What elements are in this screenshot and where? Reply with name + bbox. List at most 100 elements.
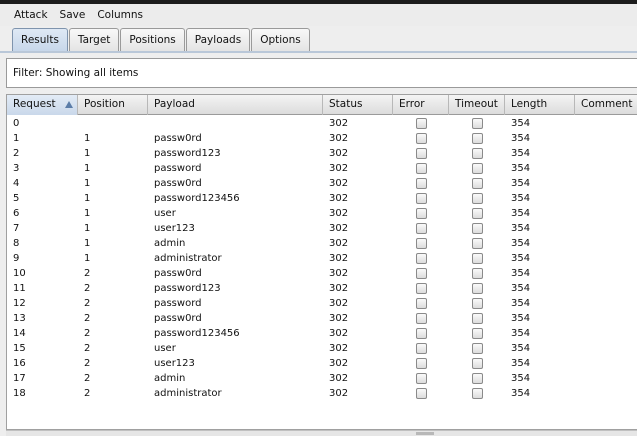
tab-bar: Results Target Positions Payloads Option… <box>12 28 311 51</box>
tab-results[interactable]: Results <box>12 28 68 51</box>
table-row[interactable]: 4 1 passw0rd 302 354 <box>7 176 637 191</box>
timeout-checkbox <box>472 223 483 234</box>
cell-payload: password <box>154 298 202 309</box>
cell-request: 8 <box>13 238 20 249</box>
column-header-length[interactable]: Length <box>505 95 575 115</box>
cell-length: 354 <box>511 358 531 369</box>
error-checkbox <box>416 133 427 144</box>
menu-attack[interactable]: Attack <box>8 4 54 26</box>
tab-target[interactable]: Target <box>68 28 120 51</box>
scrollbar-thumb[interactable] <box>416 432 434 435</box>
cell-status: 302 <box>329 148 349 159</box>
cell-status: 302 <box>329 208 349 219</box>
menu-save[interactable]: Save <box>54 4 92 26</box>
table-row[interactable]: 9 1 administrator 302 354 <box>7 251 637 266</box>
cell-status: 302 <box>329 328 349 339</box>
sort-ascending-icon <box>65 101 73 108</box>
cell-request: 11 <box>13 283 26 294</box>
filter-bar[interactable]: Filter: Showing all items <box>6 58 637 88</box>
cell-request: 10 <box>13 268 26 279</box>
table-row[interactable]: 3 1 password 302 354 <box>7 161 637 176</box>
table-row[interactable]: 17 2 admin 302 354 <box>7 371 637 386</box>
error-checkbox <box>416 148 427 159</box>
cell-request: 9 <box>13 253 20 264</box>
cell-request: 2 <box>13 148 20 159</box>
timeout-checkbox <box>472 238 483 249</box>
table-row[interactable]: 18 2 administrator 302 354 <box>7 386 637 401</box>
error-checkbox <box>416 373 427 384</box>
error-checkbox <box>416 358 427 369</box>
cell-position: 2 <box>84 388 91 399</box>
error-checkbox <box>416 163 427 174</box>
table-row[interactable]: 0 302 354 <box>7 116 637 131</box>
error-checkbox <box>416 238 427 249</box>
column-header-request[interactable]: Request <box>7 95 78 115</box>
column-header-comment[interactable]: Comment <box>575 95 637 115</box>
table-row[interactable]: 14 2 password123456 302 354 <box>7 326 637 341</box>
cell-length: 354 <box>511 343 531 354</box>
table-row[interactable]: 12 2 password 302 354 <box>7 296 637 311</box>
table-row[interactable]: 7 1 user123 302 354 <box>7 221 637 236</box>
cell-status: 302 <box>329 238 349 249</box>
column-header-payload[interactable]: Payload <box>148 95 323 115</box>
cell-position: 2 <box>84 358 91 369</box>
table-row[interactable]: 13 2 passw0rd 302 354 <box>7 311 637 326</box>
cell-length: 354 <box>511 253 531 264</box>
error-checkbox <box>416 268 427 279</box>
cell-payload: password123456 <box>154 193 240 204</box>
cell-payload: user123 <box>154 358 195 369</box>
cell-status: 302 <box>329 118 349 129</box>
cell-length: 354 <box>511 118 531 129</box>
error-checkbox <box>416 328 427 339</box>
error-checkbox <box>416 178 427 189</box>
column-header-status[interactable]: Status <box>323 95 393 115</box>
cell-length: 354 <box>511 148 531 159</box>
cell-payload: user123 <box>154 223 195 234</box>
table-header: Request Position Payload Status Error Ti… <box>7 95 637 115</box>
cell-request: 12 <box>13 298 26 309</box>
table-row[interactable]: 10 2 passw0rd 302 354 <box>7 266 637 281</box>
cell-request: 15 <box>13 343 26 354</box>
cell-payload: administrator <box>154 388 222 399</box>
results-table: Request Position Payload Status Error Ti… <box>6 94 637 430</box>
timeout-checkbox <box>472 253 483 264</box>
cell-length: 354 <box>511 163 531 174</box>
cell-payload: password123456 <box>154 328 240 339</box>
cell-status: 302 <box>329 373 349 384</box>
cell-payload: password123 <box>154 283 221 294</box>
timeout-checkbox <box>472 148 483 159</box>
table-row[interactable]: 15 2 user 302 354 <box>7 341 637 356</box>
tab-payloads[interactable]: Payloads <box>185 28 251 51</box>
timeout-checkbox <box>472 208 483 219</box>
table-row[interactable]: 5 1 password123456 302 354 <box>7 191 637 206</box>
menu-columns[interactable]: Columns <box>91 4 149 26</box>
error-checkbox <box>416 313 427 324</box>
cell-position: 1 <box>84 148 91 159</box>
error-checkbox <box>416 193 427 204</box>
column-header-error[interactable]: Error <box>393 95 449 115</box>
cell-length: 354 <box>511 208 531 219</box>
timeout-checkbox <box>472 328 483 339</box>
tab-divider <box>0 51 637 53</box>
table-row[interactable]: 16 2 user123 302 354 <box>7 356 637 371</box>
table-row[interactable]: 2 1 password123 302 354 <box>7 146 637 161</box>
tab-options[interactable]: Options <box>251 28 310 51</box>
cell-payload: user <box>154 208 176 219</box>
cell-length: 354 <box>511 388 531 399</box>
cell-position: 1 <box>84 133 91 144</box>
horizontal-scrollbar[interactable] <box>6 430 637 436</box>
error-checkbox <box>416 223 427 234</box>
table-row[interactable]: 1 1 passw0rd 302 354 <box>7 131 637 146</box>
cell-position: 1 <box>84 238 91 249</box>
table-row[interactable]: 11 2 password123 302 354 <box>7 281 637 296</box>
cell-position: 1 <box>84 178 91 189</box>
column-header-position[interactable]: Position <box>78 95 148 115</box>
table-row[interactable]: 6 1 user 302 354 <box>7 206 637 221</box>
cell-position: 2 <box>84 328 91 339</box>
tab-positions[interactable]: Positions <box>120 28 185 51</box>
cell-request: 6 <box>13 208 20 219</box>
cell-request: 13 <box>13 313 26 324</box>
cell-length: 354 <box>511 298 531 309</box>
column-header-timeout[interactable]: Timeout <box>449 95 505 115</box>
table-row[interactable]: 8 1 admin 302 354 <box>7 236 637 251</box>
